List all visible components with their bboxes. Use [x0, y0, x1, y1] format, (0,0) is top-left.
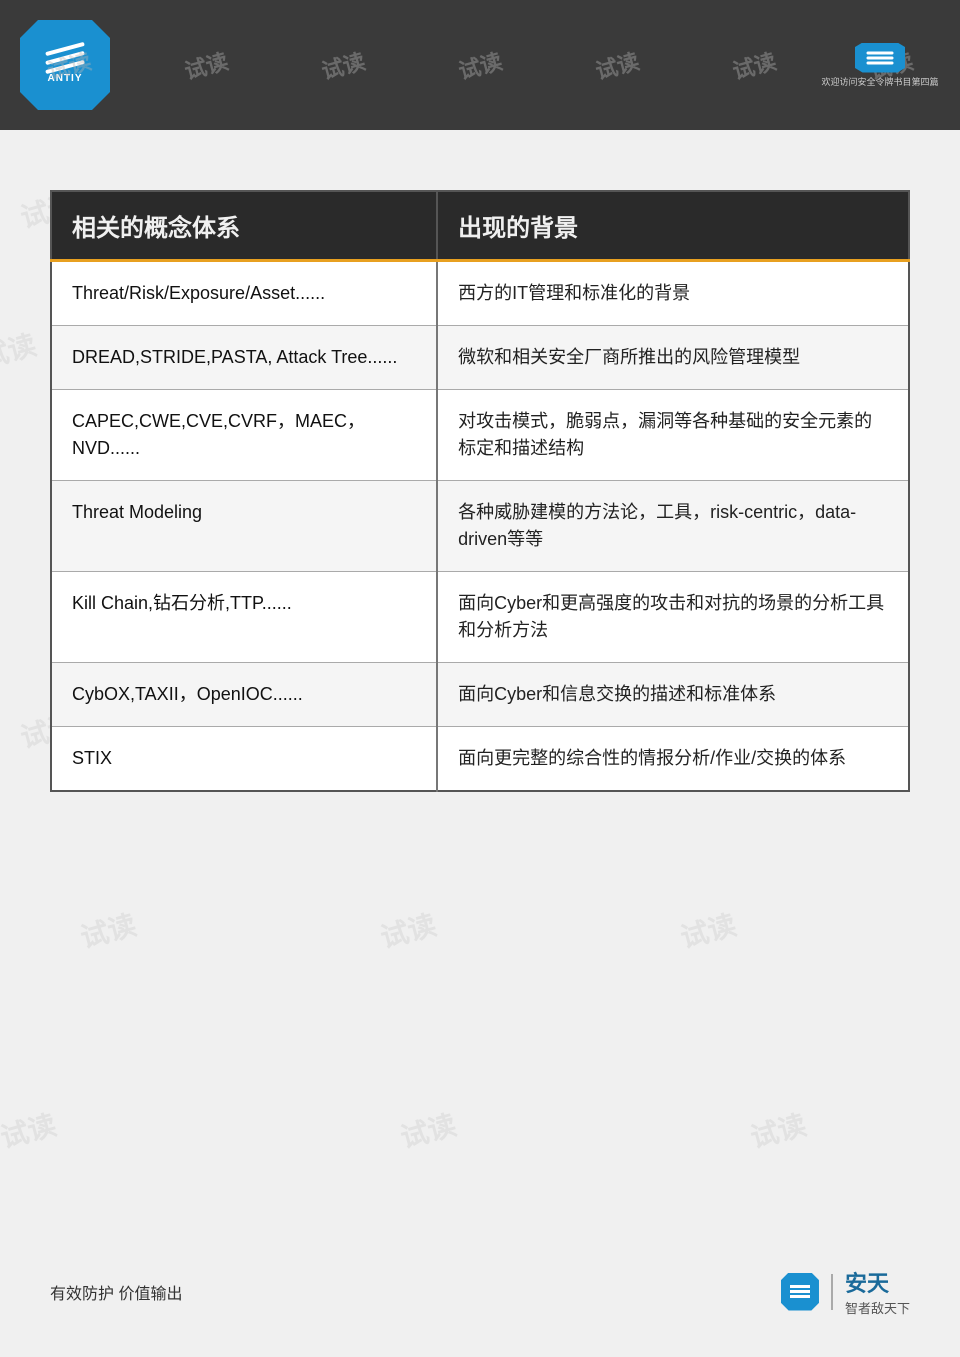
table-cell-left-6: STIX	[51, 727, 437, 792]
table-row-1: DREAD,STRIDE,PASTA, Attack Tree......微软和…	[51, 326, 909, 390]
logo-lines	[45, 47, 85, 69]
table-cell-right-4: 面向Cyber和更高强度的攻击和对抗的场景的分析工具和分析方法	[437, 572, 909, 663]
watermark-4: 试读	[455, 44, 506, 86]
watermark-5: 试读	[592, 44, 643, 86]
body-watermark-15: 试读	[76, 903, 140, 956]
table-row-0: Threat/Risk/Exposure/Asset......西方的IT管理和…	[51, 261, 909, 326]
table-cell-left-0: Threat/Risk/Exposure/Asset......	[51, 261, 437, 326]
footer: 有效防护 价值输出 安天 智者敌天下	[50, 1266, 910, 1317]
footer-tagline: 有效防护 价值输出	[50, 1280, 182, 1304]
footer-logo-subtext: 智者敌天下	[845, 1298, 910, 1317]
antiy-logo: ANTIY	[20, 20, 110, 110]
table-row-6: STIX面向更完整的综合性的情报分析/作业/交换的体系	[51, 727, 909, 792]
footer-logo-text: 安天	[845, 1266, 910, 1298]
header-right-logo-icon	[855, 43, 905, 73]
table-row-4: Kill Chain,钻石分析,TTP......面向Cyber和更高强度的攻击…	[51, 572, 909, 663]
table-cell-right-5: 面向Cyber和信息交换的描述和标准体系	[437, 663, 909, 727]
header: ANTIY 试读 试读 试读 试读 试读 试读 试读 欢迎访问安全令牌书目第四篇	[0, 0, 960, 130]
table-cell-right-6: 面向更完整的综合性的情报分析/作业/交换的体系	[437, 727, 909, 792]
body-watermark-16: 试读	[376, 903, 440, 956]
body-watermark-18: 试读	[0, 1103, 60, 1156]
table-cell-left-4: Kill Chain,钻石分析,TTP......	[51, 572, 437, 663]
body-watermark-19: 试读	[396, 1103, 460, 1156]
content-table: 相关的概念体系 出现的背景 Threat/Risk/Exposure/Asset…	[50, 190, 910, 792]
table-cell-right-0: 西方的IT管理和标准化的背景	[437, 261, 909, 326]
body-watermark-20: 试读	[746, 1103, 810, 1156]
footer-logo-icon	[781, 1273, 819, 1311]
table-cell-left-1: DREAD,STRIDE,PASTA, Attack Tree......	[51, 326, 437, 390]
table-cell-right-2: 对攻击模式，脆弱点，漏洞等各种基础的安全元素的标定和描述结构	[437, 390, 909, 481]
table-cell-right-3: 各种威胁建模的方法论，工具，risk-centric，data-driven等等	[437, 481, 909, 572]
table-cell-left-5: CybOX,TAXII，OpenIOC......	[51, 663, 437, 727]
body-watermark-17: 试读	[676, 903, 740, 956]
footer-logo-text-group: 安天 智者敌天下	[845, 1266, 910, 1317]
col1-header: 相关的概念体系	[51, 191, 437, 261]
header-right-logo-text: 欢迎访问安全令牌书目第四篇	[821, 75, 938, 88]
footer-logo-divider	[831, 1274, 833, 1310]
footer-logo-icon-inner	[790, 1290, 810, 1293]
table-row-2: CAPEC,CWE,CVE,CVRF，MAEC，NVD......对攻击模式，脆…	[51, 390, 909, 481]
main-content: 相关的概念体系 出现的背景 Threat/Risk/Exposure/Asset…	[0, 130, 960, 832]
table-cell-left-2: CAPEC,CWE,CVE,CVRF，MAEC，NVD......	[51, 390, 437, 481]
table-row-3: Threat Modeling各种威胁建模的方法论，工具，risk-centri…	[51, 481, 909, 572]
footer-logo: 安天 智者敌天下	[781, 1266, 910, 1317]
table-cell-left-3: Threat Modeling	[51, 481, 437, 572]
logo-text: ANTIY	[48, 73, 83, 84]
table-row-5: CybOX,TAXII，OpenIOC......面向Cyber和信息交换的描述…	[51, 663, 909, 727]
watermark-6: 试读	[729, 44, 780, 86]
header-right-logo: 欢迎访问安全令牌书目第四篇	[820, 30, 940, 100]
table-cell-right-1: 微软和相关安全厂商所推出的风险管理模型	[437, 326, 909, 390]
col2-header: 出现的背景	[437, 191, 909, 261]
watermark-2: 试读	[180, 44, 231, 86]
watermark-3: 试读	[317, 44, 368, 86]
header-watermarks: 试读 试读 试读 试读 试读 试读 试读	[0, 0, 960, 130]
